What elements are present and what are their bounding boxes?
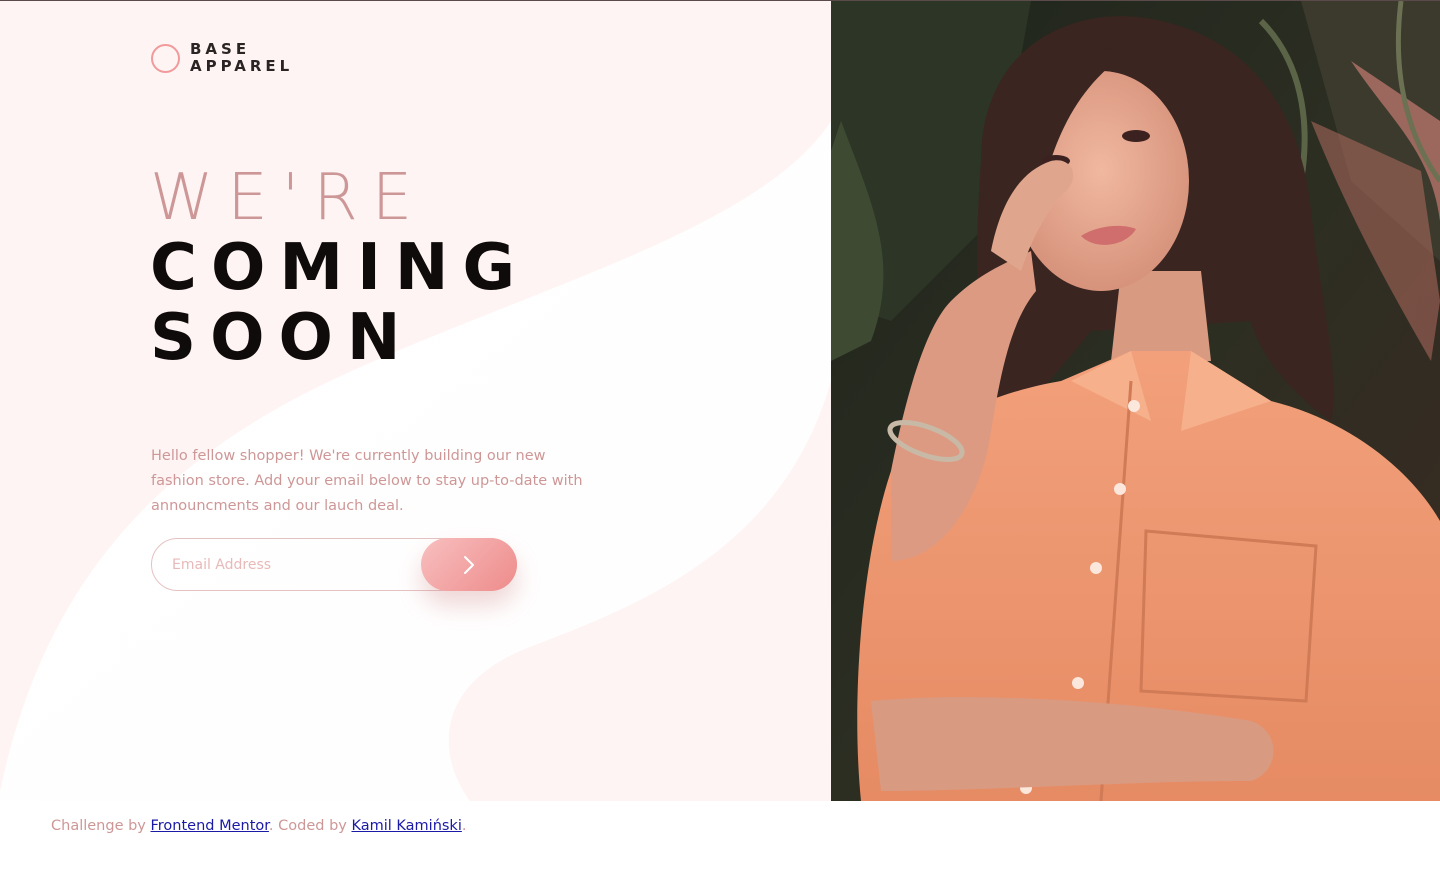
footer-suffix: . <box>461 818 467 834</box>
background-wave <box>0 121 831 801</box>
headline-dark-1: COMING <box>150 231 529 305</box>
chevron-right-icon <box>464 555 474 574</box>
headline-light: WE'RE <box>150 161 427 235</box>
footer-middle: . Coded by <box>268 818 352 834</box>
email-signup-form <box>151 538 517 591</box>
woman-photo-image <box>831 1 1440 801</box>
headline-dark-2: SOON <box>150 301 415 375</box>
attribution-footer: Challenge by Frontend Mentor. Coded by K… <box>51 818 466 834</box>
author-link[interactable]: Kamil Kamiński <box>351 818 461 834</box>
brand-logo[interactable]: BASE APPAREL <box>151 41 293 75</box>
submit-button[interactable] <box>421 538 517 591</box>
hero-panel: BASE APPAREL WE'RE COMING SOON Hello fel… <box>0 1 831 801</box>
footer-prefix: Challenge by <box>51 818 151 834</box>
logo-line-2: APPAREL <box>190 57 294 75</box>
page-title: WE'RE COMING SOON <box>150 163 529 373</box>
logo-line-1: BASE <box>190 40 251 58</box>
logo-wordmark: BASE APPAREL <box>190 41 293 75</box>
logo-ring-icon <box>151 43 180 73</box>
hero-photo <box>831 1 1440 801</box>
frontend-mentor-link[interactable]: Frontend Mentor <box>151 818 269 834</box>
intro-text: Hello fellow shopper! We're currently bu… <box>151 448 583 514</box>
